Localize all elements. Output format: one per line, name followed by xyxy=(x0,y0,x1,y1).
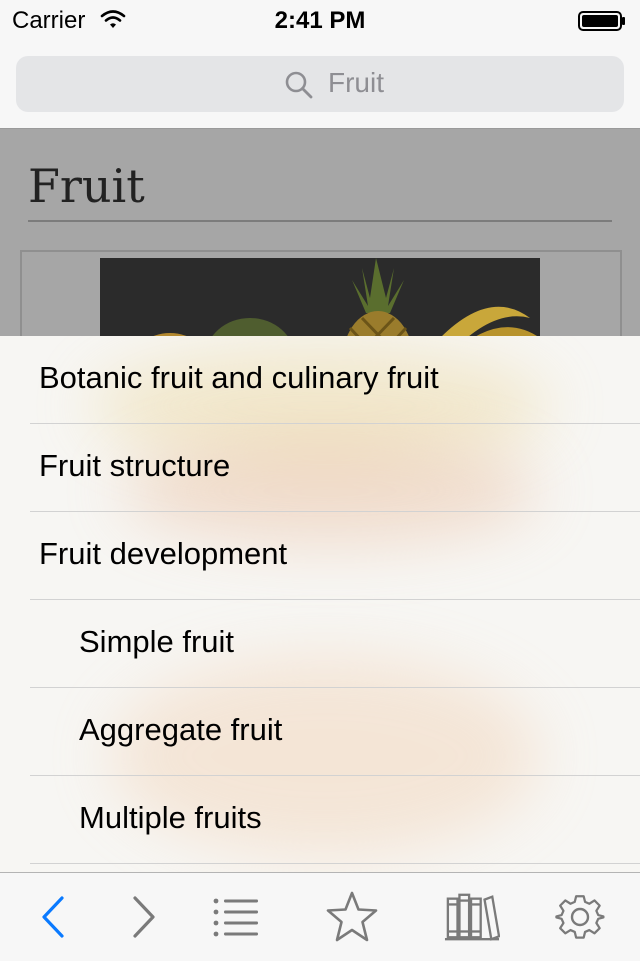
toc-item[interactable]: Aggregate fruit xyxy=(0,688,640,776)
toc-item[interactable]: Botanic fruit and culinary fruit xyxy=(0,336,640,424)
bookmark-star-icon xyxy=(326,891,378,942)
toc-item[interactable]: Fruit structure xyxy=(0,424,640,512)
toc-item-label: Fruit development xyxy=(39,536,288,571)
toc-item-label: Aggregate fruit xyxy=(79,712,283,747)
search-bar: Fruit xyxy=(0,40,640,129)
forward-button[interactable] xyxy=(116,889,172,945)
toc-item-label: Botanic fruit and culinary fruit xyxy=(39,360,439,395)
status-time: 2:41 PM xyxy=(274,7,366,34)
status-bar: Carrier 2:41 PM xyxy=(0,0,640,40)
table-of-contents-button[interactable] xyxy=(208,889,264,945)
library-icon xyxy=(444,893,500,941)
title-divider xyxy=(28,220,612,222)
battery-icon xyxy=(578,11,626,36)
toc-item[interactable]: Simple fruit xyxy=(0,600,640,688)
settings-gear-icon xyxy=(555,895,605,939)
bottom-toolbar xyxy=(0,872,640,961)
toc-item[interactable]: Fruit development xyxy=(0,512,640,600)
table-of-contents-icon xyxy=(213,898,258,937)
article-title: Fruit xyxy=(28,159,145,213)
toc-item-label: Fruit structure xyxy=(39,448,231,483)
toc-item-label: Multiple fruits xyxy=(79,800,262,835)
bookmark-button[interactable] xyxy=(324,889,380,945)
search-input[interactable]: Fruit xyxy=(16,56,624,112)
toc-item-label: Simple fruit xyxy=(79,624,235,659)
separator xyxy=(30,863,640,864)
table-of-contents-panel: Botanic fruit and culinary fruit Fruit s… xyxy=(0,336,640,872)
toc-item[interactable]: Multiple fruits xyxy=(0,776,640,864)
forward-icon xyxy=(133,896,155,938)
library-button[interactable] xyxy=(444,889,500,945)
back-button[interactable] xyxy=(25,889,81,945)
search-icon xyxy=(284,70,314,105)
settings-button[interactable] xyxy=(552,889,608,945)
search-query: Fruit xyxy=(328,67,384,98)
back-icon xyxy=(42,896,64,938)
